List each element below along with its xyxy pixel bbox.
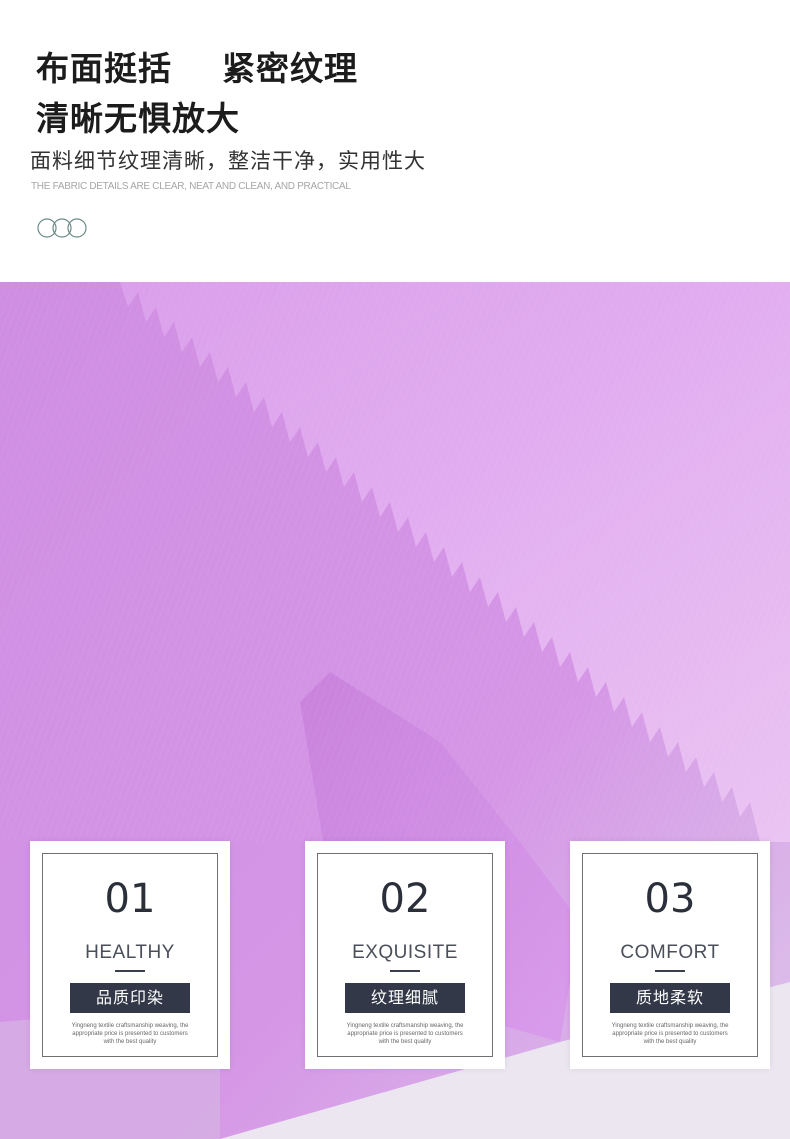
feature-label: 纹理细腻 xyxy=(345,983,465,1013)
feature-label: 品质印染 xyxy=(70,983,190,1013)
feature-number: 01 xyxy=(104,876,156,922)
subtitle: 面料细节纹理清晰，整洁干净，实用性大 xyxy=(30,149,426,173)
divider xyxy=(115,970,145,972)
header-section: 布面挺括 紧密纹理 清晰无惧放大 面料细节纹理清晰，整洁干净，实用性大 THE … xyxy=(0,0,790,282)
feature-description: Yingneng textile craftsmanship weaving, … xyxy=(611,1023,729,1045)
rings-decoration-icon xyxy=(37,218,87,238)
feature-english: COMFORT xyxy=(620,942,720,963)
feature-english: HEALTHY xyxy=(85,942,175,963)
divider xyxy=(655,970,685,972)
divider xyxy=(390,970,420,972)
feature-card-3: 03 COMFORT 质地柔软 Yingneng textile craftsm… xyxy=(570,841,770,1069)
feature-label: 质地柔软 xyxy=(610,983,730,1013)
subtitle-english: THE FABRIC DETAILS ARE CLEAR, NEAT AND C… xyxy=(31,181,351,192)
feature-card-1: 01 HEALTHY 品质印染 Yingneng textile craftsm… xyxy=(30,841,230,1069)
feature-english: EXQUISITE xyxy=(352,942,458,963)
card-frame: 01 HEALTHY 品质印染 Yingneng textile craftsm… xyxy=(42,853,218,1057)
feature-number: 02 xyxy=(379,876,431,922)
headline-line-1: 布面挺括 紧密纹理 xyxy=(36,49,358,88)
card-frame: 02 EXQUISITE 纹理细腻 Yingneng textile craft… xyxy=(317,853,493,1057)
card-frame: 03 COMFORT 质地柔软 Yingneng textile craftsm… xyxy=(582,853,758,1057)
feature-description: Yingneng textile craftsmanship weaving, … xyxy=(71,1023,189,1045)
feature-card-2: 02 EXQUISITE 纹理细腻 Yingneng textile craft… xyxy=(305,841,505,1069)
feature-number: 03 xyxy=(644,876,696,922)
feature-description: Yingneng textile craftsmanship weaving, … xyxy=(346,1023,464,1045)
headline-line-2: 清晰无惧放大 xyxy=(36,99,240,138)
